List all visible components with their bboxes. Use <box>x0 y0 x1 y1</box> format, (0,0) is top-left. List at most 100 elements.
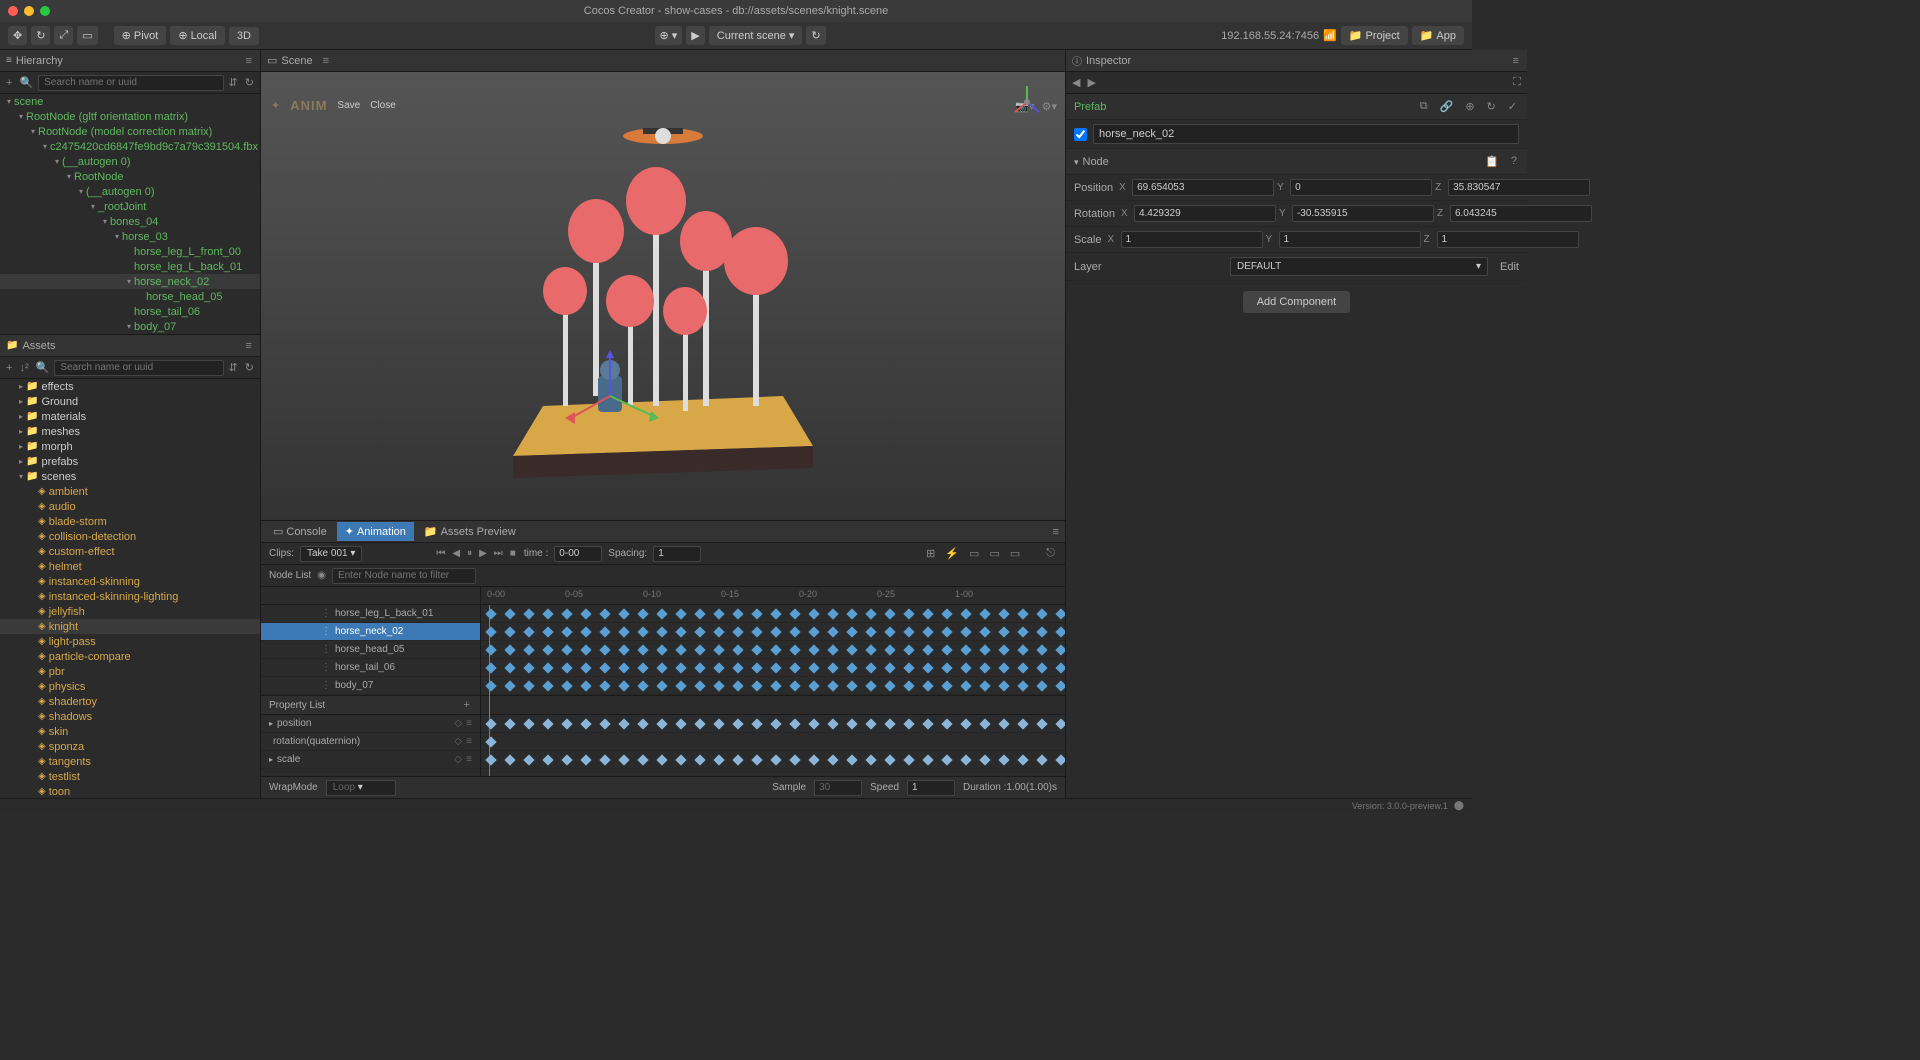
asset-item[interactable]: ▸📁Ground <box>0 394 260 409</box>
asset-item[interactable]: ▸📁prefabs <box>0 454 260 469</box>
timeline-node[interactable]: ⋮body_07 <box>261 677 480 695</box>
hierarchy-item[interactable]: horse_tail_06 <box>0 304 260 319</box>
spacing-input[interactable] <box>653 546 701 562</box>
search-icon[interactable]: 🔍 <box>17 74 35 91</box>
search-icon[interactable]: 🔍 <box>34 359 52 376</box>
timeline-node[interactable]: ⋮horse_leg_L_back_01 <box>261 605 480 623</box>
hierarchy-item[interactable]: ▾_rootJoint <box>0 199 260 214</box>
asset-item[interactable]: ◈blade-storm <box>0 514 260 529</box>
orientation-gizmo[interactable] <box>1007 82 1047 122</box>
keyframe-track[interactable] <box>481 641 1065 659</box>
exit-anim-button[interactable]: ⎋ <box>1044 545 1057 562</box>
panel-menu-icon[interactable]: ≡ <box>244 338 254 354</box>
hierarchy-item[interactable]: ▾c2475420cd6847fe9bd9c7a79c391504.fbx <box>0 139 260 154</box>
asset-item[interactable]: ◈audio <box>0 499 260 514</box>
keyframe-track[interactable] <box>481 677 1065 695</box>
history-back-button[interactable]: ◀ <box>1070 74 1082 91</box>
wrapmode-select[interactable]: Loop ▾ <box>326 780 396 796</box>
next-frame-button[interactable]: ⏭ <box>492 546 505 561</box>
sample-input[interactable] <box>814 780 862 796</box>
pos-z-input[interactable] <box>1448 179 1590 196</box>
add-node-button[interactable]: + <box>4 75 14 91</box>
scl-z-input[interactable] <box>1437 231 1579 248</box>
3d-button[interactable]: 3D <box>229 27 259 45</box>
tl-tool-2[interactable]: ⚡ <box>943 545 961 562</box>
tab-console[interactable]: ▭ Console <box>265 522 335 541</box>
close-window-icon[interactable] <box>8 6 18 16</box>
panel-menu-icon[interactable]: ≡ <box>321 53 331 69</box>
property-keyframe-track[interactable] <box>481 733 1065 751</box>
add-asset-button[interactable]: + <box>4 360 14 376</box>
move-tool-button[interactable]: ✥ <box>8 26 27 45</box>
panel-menu-icon[interactable]: ≡ <box>244 53 254 69</box>
property-row[interactable]: ▸scale◇≡ <box>261 751 480 769</box>
asset-item[interactable]: ◈collision-detection <box>0 529 260 544</box>
layer-select[interactable]: DEFAULT▾ <box>1230 257 1488 276</box>
refresh-hierarchy-button[interactable]: ↻ <box>243 74 256 91</box>
hierarchy-item[interactable]: horse_leg_L_back_01 <box>0 259 260 274</box>
local-button[interactable]: ⊕ Local <box>170 26 225 45</box>
node-enabled-checkbox[interactable] <box>1074 128 1087 141</box>
hierarchy-item[interactable]: ▾RootNode (gltf orientation matrix) <box>0 109 260 124</box>
copy-icon[interactable]: 📋 <box>1483 153 1501 170</box>
asset-item[interactable]: ◈pbr <box>0 664 260 679</box>
minimize-window-icon[interactable] <box>24 6 34 16</box>
hierarchy-search-input[interactable] <box>38 75 223 91</box>
refresh-assets-button[interactable]: ↻ <box>243 359 256 376</box>
hierarchy-item[interactable]: horse_leg_L_front_00 <box>0 244 260 259</box>
asset-item[interactable]: ▸📁effects <box>0 379 260 394</box>
tl-tool-5[interactable]: ▭ <box>1008 545 1022 562</box>
scene-viewport[interactable]: ✦ ANIM Save Close 📷▾ ⚙▾ <box>261 72 1065 520</box>
play-button[interactable]: ▶ <box>686 26 704 45</box>
help-icon[interactable]: ? <box>1509 153 1519 170</box>
locate-icon[interactable]: ⊕ <box>1463 98 1476 115</box>
tl-tool-1[interactable]: ⊞ <box>924 545 937 562</box>
tab-assets-preview[interactable]: 📁 Assets Preview <box>416 522 524 541</box>
assets-search-input[interactable] <box>54 360 223 376</box>
rotate-tool-button[interactable]: ↻ <box>31 26 50 45</box>
play-anim-button[interactable]: ▶ <box>477 546 489 561</box>
scale-tool-button[interactable]: ⤢ <box>54 26 73 45</box>
hierarchy-item[interactable]: ▾bones_04 <box>0 214 260 229</box>
hierarchy-item[interactable]: ▾horse_03 <box>0 229 260 244</box>
asset-item[interactable]: ◈custom-effect <box>0 544 260 559</box>
sort-button[interactable]: ↓² <box>17 360 30 376</box>
hierarchy-item[interactable]: ▾body_07 <box>0 319 260 334</box>
asset-item[interactable]: ◈skin <box>0 724 260 739</box>
hierarchy-item[interactable]: ▾scene <box>0 94 260 109</box>
asset-item[interactable]: ◈instanced-skinning-lighting <box>0 589 260 604</box>
asset-item[interactable]: ▸📁meshes <box>0 424 260 439</box>
asset-item[interactable]: ◈particle-compare <box>0 649 260 664</box>
asset-item[interactable]: ◈tangents <box>0 754 260 769</box>
rect-tool-button[interactable]: ▭ <box>77 26 97 45</box>
panel-menu-icon[interactable]: ≡ <box>1051 524 1061 540</box>
clip-select[interactable]: Take 001 ▾ <box>300 546 362 562</box>
node-filter-input[interactable] <box>332 568 476 584</box>
asset-item[interactable]: ◈ambient <box>0 484 260 499</box>
eye-icon[interactable]: ◉ <box>317 570 326 581</box>
collapse-button[interactable]: ⇵ <box>227 74 240 91</box>
asset-item[interactable]: ◈physics <box>0 679 260 694</box>
timeline-node[interactable]: ⋮horse_head_05 <box>261 641 480 659</box>
property-row[interactable]: rotation(quaternion)◇≡ <box>261 733 480 751</box>
maximize-window-icon[interactable] <box>40 6 50 16</box>
pos-x-input[interactable] <box>1132 179 1274 196</box>
revert-icon[interactable]: ↻ <box>1485 98 1498 115</box>
first-frame-button[interactable]: ⏮ <box>434 546 447 561</box>
rot-x-input[interactable] <box>1134 205 1276 222</box>
link-icon[interactable]: 🔗 <box>1438 98 1456 115</box>
pivot-button[interactable]: ⊕ Pivot <box>114 26 167 45</box>
asset-item[interactable]: ◈shadertoy <box>0 694 260 709</box>
property-keyframe-track[interactable] <box>481 751 1065 769</box>
scene-dropdown[interactable]: Current scene ▾ <box>709 26 803 45</box>
history-forward-button[interactable]: ▶ <box>1085 74 1097 91</box>
asset-item[interactable]: ▸📁materials <box>0 409 260 424</box>
keyframe-track[interactable] <box>481 605 1065 623</box>
hierarchy-item[interactable]: ▾(__autogen 0) <box>0 154 260 169</box>
tl-tool-3[interactable]: ▭ <box>967 545 981 562</box>
asset-item[interactable]: ◈light-pass <box>0 634 260 649</box>
stop-button[interactable]: ■ <box>508 546 518 561</box>
asset-item[interactable]: ▸📁morph <box>0 439 260 454</box>
assets-tree[interactable]: ▸📁effects▸📁Ground▸📁materials▸📁meshes▸📁mo… <box>0 379 260 799</box>
hierarchy-item[interactable]: ▾horse_neck_02 <box>0 274 260 289</box>
